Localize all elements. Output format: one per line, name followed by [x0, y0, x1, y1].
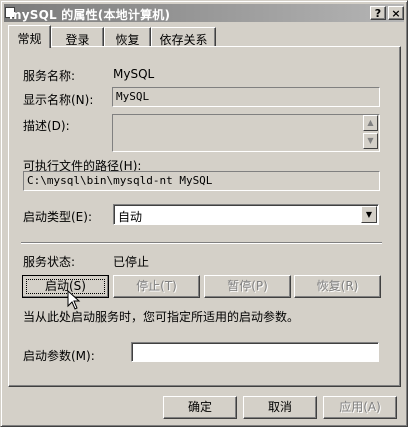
display-name-label: 显示名称(N):: [23, 93, 94, 107]
pause-button[interactable]: 暂停(P): [204, 275, 291, 298]
ok-button[interactable]: 确定: [163, 396, 237, 419]
tab-dependencies[interactable]: 依存关系: [151, 27, 216, 47]
help-button[interactable]: ?: [370, 6, 386, 20]
tab-general[interactable]: 常规: [8, 25, 51, 48]
tab-recovery[interactable]: 恢复: [104, 27, 151, 47]
resume-button[interactable]: 恢复(R): [294, 275, 381, 298]
stop-button[interactable]: 停止(T): [113, 275, 200, 298]
start-params-hint: 当从此处启动服务时，您可指定所适用的启动参数。: [23, 310, 300, 324]
startup-type-select[interactable]: 自动 ▼: [113, 204, 379, 225]
start-params-input[interactable]: [131, 342, 379, 362]
cancel-button[interactable]: 取消: [243, 396, 317, 419]
scroll-down-arrow-icon[interactable]: ▼: [363, 133, 378, 149]
exe-path-field[interactable]: C:\mysql\bin\mysqld-nt MySQL: [23, 171, 380, 191]
close-button[interactable]: ×: [388, 6, 404, 20]
description-label: 描述(D):: [23, 119, 70, 133]
start-params-label: 启动参数(M):: [23, 349, 95, 363]
startup-type-label: 启动类型(E):: [23, 210, 92, 224]
apply-button[interactable]: 应用(A): [323, 396, 397, 419]
mouse-pointer-icon: [67, 290, 81, 310]
properties-dialog: mySQL 的属性(本地计算机) ? × 常规 登录 恢复 依存关系 服务名称:…: [0, 0, 408, 427]
window-title: mySQL 的属性(本地计算机): [9, 8, 171, 22]
description-field[interactable]: [112, 114, 380, 152]
section-divider: [21, 242, 382, 244]
startup-type-value: 自动: [118, 210, 143, 224]
scroll-up-arrow-icon[interactable]: ▲: [363, 115, 378, 131]
service-name-label: 服务名称:: [23, 69, 76, 83]
service-status-label: 服务状态:: [23, 255, 76, 269]
dropdown-arrow-icon[interactable]: ▼: [361, 206, 377, 223]
service-name-value: MySQL: [113, 67, 155, 81]
tab-panel-general: 服务名称: MySQL 显示名称(N): MySQL 描述(D): ▲ ▼ 可执…: [8, 46, 401, 387]
service-status-value: 已停止: [113, 255, 150, 269]
tab-logon[interactable]: 登录: [51, 27, 104, 47]
start-button[interactable]: 启动(S): [22, 275, 109, 298]
display-name-field[interactable]: MySQL: [112, 87, 380, 107]
title-bar[interactable]: mySQL 的属性(本地计算机) ? ×: [4, 4, 404, 22]
